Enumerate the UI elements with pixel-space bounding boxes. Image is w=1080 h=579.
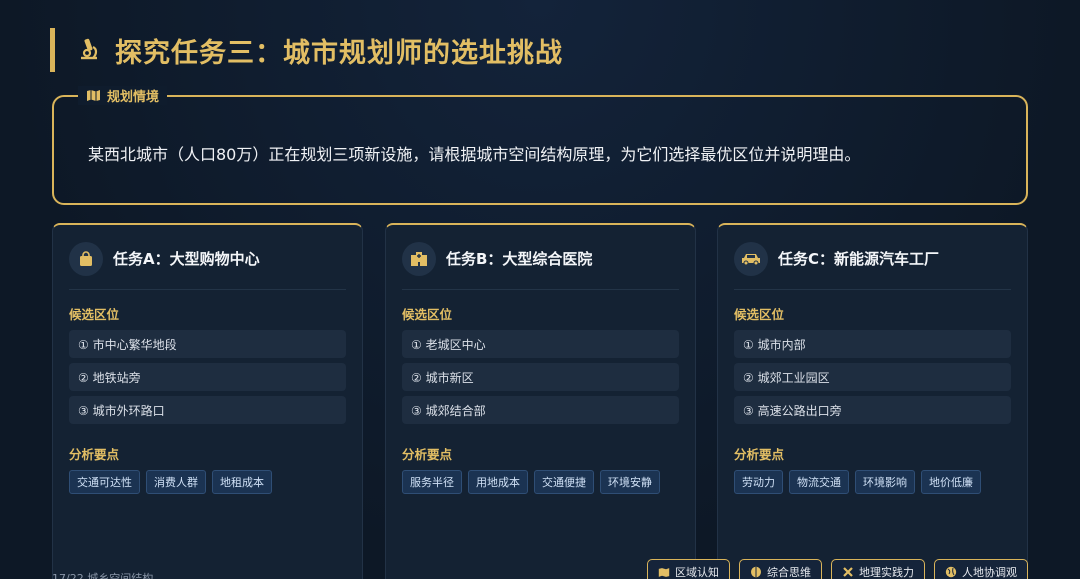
candidate-location[interactable]: ③ 城郊结合部	[402, 396, 679, 424]
badge-label: 地理实践力	[859, 566, 914, 579]
badge-thinking[interactable]: 综合思维	[739, 559, 822, 579]
analysis-tag: 交通便捷	[534, 470, 594, 494]
badge-label: 人地协调观	[962, 566, 1017, 579]
task-title: 任务B：大型综合医院	[446, 250, 593, 268]
analysis-tag: 地租成本	[212, 470, 272, 494]
candidate-location[interactable]: ② 城郊工业园区	[734, 363, 1011, 391]
scenario-legend-label: 规划情境	[107, 90, 160, 105]
candidate-location[interactable]: ① 城市内部	[734, 330, 1011, 358]
candidates-label: 候选区位	[69, 307, 120, 322]
badge-label: 区域认知	[675, 566, 719, 579]
page-header: 探究任务三：城市规划师的选址挑战	[50, 28, 563, 72]
microscope-icon	[81, 38, 98, 60]
analysis-tag: 地价低廉	[921, 470, 981, 494]
hospital-icon	[402, 241, 436, 276]
analysis-label: 分析要点	[734, 447, 785, 462]
candidate-location[interactable]: ① 市中心繁华地段	[69, 330, 346, 358]
scenario-box: 规划情境 某西北城市（人口80万）正在规划三项新设施，请根据城市空间结构原理，为…	[52, 86, 1028, 205]
page-title: 探究任务三：城市规划师的选址挑战	[115, 37, 563, 69]
analysis-tags: 服务半径 用地成本 交通便捷 环境安静	[402, 470, 679, 494]
candidate-location[interactable]: ② 地铁站旁	[69, 363, 346, 391]
candidate-location[interactable]: ① 老城区中心	[402, 330, 679, 358]
tools-icon	[843, 567, 853, 577]
badge-region[interactable]: 区域认知	[647, 559, 730, 579]
task-card-header: 任务B：大型综合医院	[402, 228, 679, 290]
analysis-tag: 劳动力	[734, 470, 783, 494]
candidates-label: 候选区位	[734, 307, 785, 322]
badge-label: 综合思维	[767, 566, 811, 579]
task-card-a: 任务A：大型购物中心 候选区位 ① 市中心繁华地段 ② 地铁站旁 ③ 城市外环路…	[52, 223, 363, 579]
analysis-tags: 劳动力 物流交通 环境影响 地价低廉	[734, 470, 1011, 494]
competency-badges: 区域认知 综合思维 地理实践力 人地协调观	[647, 559, 1028, 579]
globe-icon	[945, 566, 957, 578]
task-card-c: 任务C：新能源汽车工厂 候选区位 ① 城市内部 ② 城郊工业园区 ③ 高速公路出…	[717, 223, 1028, 579]
task-title: 任务A：大型购物中心	[113, 250, 260, 268]
analysis-tag: 交通可达性	[69, 470, 140, 494]
car-icon	[734, 241, 768, 276]
task-card-header: 任务C：新能源汽车工厂	[734, 228, 1011, 290]
analysis-label: 分析要点	[69, 447, 120, 462]
analysis-tag: 服务半径	[402, 470, 462, 494]
map-icon	[658, 567, 670, 577]
scenario-text: 某西北城市（人口80万）正在规划三项新设施，请根据城市空间结构原理，为它们选择最…	[88, 145, 861, 164]
analysis-tag: 用地成本	[468, 470, 528, 494]
candidate-location[interactable]: ② 城市新区	[402, 363, 679, 391]
analysis-tags: 交通可达性 消费人群 地租成本	[69, 470, 346, 494]
shopping-bag-icon	[69, 241, 103, 276]
candidate-location[interactable]: ③ 城市外环路口	[69, 396, 346, 424]
analysis-tag: 环境安静	[600, 470, 660, 494]
analysis-tag: 消费人群	[146, 470, 206, 494]
task-title: 任务C：新能源汽车工厂	[778, 250, 940, 268]
analysis-label: 分析要点	[402, 447, 453, 462]
scenario-legend: 规划情境	[78, 86, 168, 105]
candidate-location[interactable]: ③ 高速公路出口旁	[734, 396, 1011, 424]
task-card-header: 任务A：大型购物中心	[69, 228, 346, 290]
analysis-tag: 物流交通	[789, 470, 849, 494]
badge-practice[interactable]: 地理实践力	[831, 559, 925, 579]
candidates-label: 候选区位	[402, 307, 453, 322]
analysis-tag: 环境影响	[855, 470, 915, 494]
map-icon	[87, 90, 100, 101]
brain-icon	[751, 566, 761, 578]
page-indicator: 17/22 城乡空间结构	[52, 572, 154, 579]
task-card-b: 任务B：大型综合医院 候选区位 ① 老城区中心 ② 城市新区 ③ 城郊结合部 分…	[385, 223, 696, 579]
badge-harmony[interactable]: 人地协调观	[934, 559, 1028, 579]
